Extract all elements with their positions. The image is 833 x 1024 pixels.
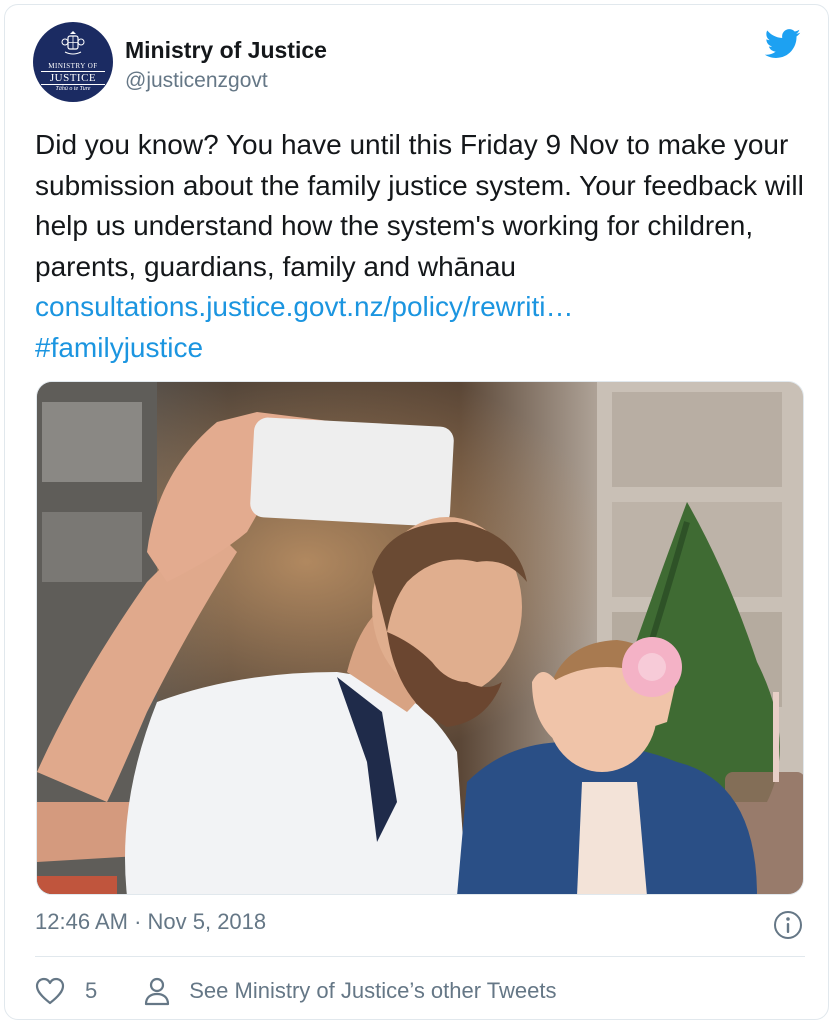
tweet-link[interactable]: consultations.justice.govt.nz/policy/rew… <box>35 291 573 322</box>
avatar-text-motto: Tāhū o te Ture <box>55 86 91 92</box>
photo-illustration <box>37 382 803 894</box>
see-other-tweets-link[interactable]: See Ministry of Justice’s other Tweets <box>189 978 556 1004</box>
coat-of-arms-icon <box>61 31 85 55</box>
account-handle[interactable]: @justicenzgovt <box>125 69 268 93</box>
tweet-actions: 5 See Ministry of Justice’s other Tweets <box>35 973 556 1009</box>
avatar-text-top: MINISTRY OF <box>48 62 98 70</box>
info-icon[interactable] <box>772 909 804 941</box>
person-icon[interactable] <box>143 976 171 1006</box>
tweet-photo[interactable] <box>36 381 804 895</box>
heart-icon[interactable] <box>35 977 65 1005</box>
avatar-text-main: JUSTICE <box>41 71 105 85</box>
avatar[interactable]: MINISTRY OF JUSTICE Tāhū o te Ture <box>33 22 113 102</box>
divider <box>35 956 805 957</box>
tweet-hashtag[interactable]: #familyjustice <box>35 332 203 363</box>
like-count[interactable]: 5 <box>85 978 97 1004</box>
tweet-text: Did you know? You have until this Friday… <box>35 125 805 368</box>
tweet-card: MINISTRY OF JUSTICE Tāhū o te Ture Minis… <box>4 4 829 1020</box>
tweet-timestamp[interactable]: 12:46 AM · Nov 5, 2018 <box>35 909 266 935</box>
account-name[interactable]: Ministry of Justice <box>125 37 327 64</box>
tweet-body: Did you know? You have until this Friday… <box>35 129 804 282</box>
twitter-bird-icon[interactable] <box>765 29 801 59</box>
